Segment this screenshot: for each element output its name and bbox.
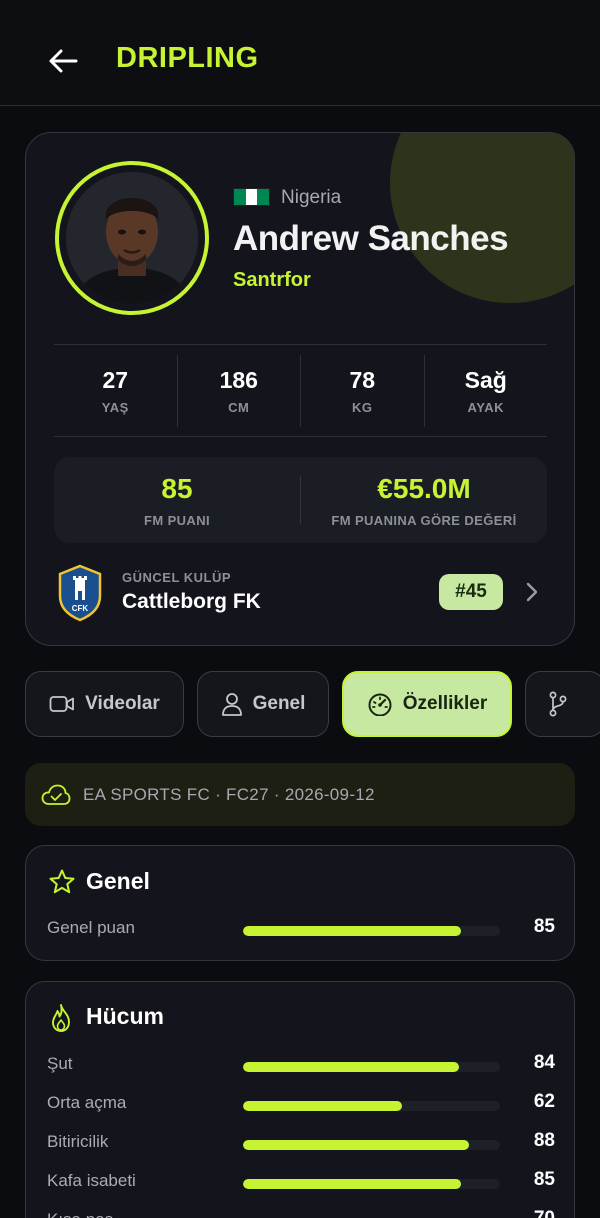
attribute-row: Bitiricilik 88 [26,1128,576,1158]
attribute-bar-track [243,1101,500,1111]
stat-label: AYAK [467,400,504,415]
fm-rating-label: FM PUANI [143,512,211,528]
fm-market-value-amount: €55.0M [377,472,471,504]
stat-value: 78 [349,367,376,393]
tab-genel[interactable]: Genel [197,671,329,737]
player-name: Andrew Sanches [233,219,509,258]
divider [54,436,547,437]
section-title: Genel [86,868,150,894]
club-crest-icon: CFK [58,564,102,622]
stat-value: 186 [219,367,258,393]
stat-age: 27 YAŞ [54,355,178,427]
chevron-right-icon [526,582,538,602]
attribute-value: 85 [533,1169,555,1190]
flag-stripe-center [245,189,258,205]
app-title: DRIPLING [116,42,259,74]
app-header: DRIPLING [0,0,600,106]
decorative-circle [390,133,574,303]
stat-value: Sağ [464,367,507,393]
fm-rating: 85 FM PUANI [54,457,300,543]
flame-icon [52,1004,70,1032]
player-stats-row: 27 YAŞ 186 CM 78 KG Sağ AYAK [54,355,547,427]
fm-rating-value: 85 [161,472,193,504]
stat-label: YAŞ [101,400,129,415]
attribute-label: Genel puan [47,918,135,937]
attribute-label: Şut [47,1054,73,1073]
attribute-bar-track [243,1062,500,1072]
attribute-bar-fill [243,1062,459,1072]
stat-label: KG [352,400,373,415]
attributes-section-hucum: Hücum Şut 84 Orta açma 62 Bitiricilik 88… [25,981,575,1218]
attribute-label: Bitiricilik [47,1132,109,1151]
section-title: Hücum [86,1003,164,1029]
flag-stripe-right [257,189,270,205]
tab-label: Videolar [85,693,160,714]
video-icon [49,696,75,712]
current-club-row[interactable]: CFK GÜNCEL KULÜP Cattleborg FK #45 [54,563,547,625]
stat-foot: Sağ AYAK [425,355,548,427]
tab-ozellikler[interactable]: Özellikler [342,671,512,737]
attribute-row: Şut 84 [26,1050,576,1080]
tab-more[interactable] [525,671,600,737]
attribute-bar-track [243,1179,500,1189]
attribute-row: Genel puan 85 [26,914,576,944]
current-club-name: Cattleborg FK [122,590,261,613]
fm-market-value-label: FM PUANINA GÖRE DEĞERİ [331,512,517,528]
stat-label: CM [228,400,250,415]
person-icon [221,693,242,716]
player-avatar [66,172,198,304]
attribute-row: Orta açma 62 [26,1089,576,1119]
fm-market-value: €55.0M FM PUANINA GÖRE DEĞERİ [301,457,547,543]
profile-tabs: Videolar Genel Özellikler [25,671,600,737]
branch-icon [549,691,567,717]
tab-label: Genel [252,693,306,714]
attribute-bar-fill [243,1101,403,1111]
jersey-number-badge: #45 [439,574,503,610]
attribute-value: 70 [534,1208,555,1218]
gauge-icon [368,693,392,716]
current-club-caption: GÜNCEL KULÜP [122,570,232,585]
flag-stripe-left [234,189,246,205]
attributes-section-genel: Genel Genel puan 85 [25,845,575,961]
attribute-label: Kafa isabeti [47,1171,136,1190]
data-source-text: EA SPORTS FC · FC27 · 2026-09-12 [83,784,375,804]
back-button[interactable] [44,42,82,80]
club-crest-text: CFK [72,604,89,613]
stat-value: 27 [102,367,129,393]
attribute-bar-fill [243,1140,470,1150]
player-profile-card: Nigeria Andrew Sanches Santrfor 27 YAŞ 1… [25,132,575,646]
attribute-bar-fill [243,1179,462,1189]
tab-videolar[interactable]: Videolar [25,671,184,737]
cloud-check-icon [41,784,71,805]
arrow-left-icon [49,49,78,73]
player-position: Santrfor [233,269,311,291]
fm-value-box: 85 FM PUANI €55.0M FM PUANINA GÖRE DEĞER… [54,457,547,543]
attribute-row: Kafa isabeti 85 [26,1167,576,1197]
tab-label: Özellikler [402,693,488,714]
attribute-bar-track [243,1140,500,1150]
attribute-label: Orta açma [47,1093,127,1112]
attribute-value: 85 [533,916,555,937]
nigeria-flag-icon [233,188,270,206]
attribute-value: 62 [533,1091,555,1112]
stat-weight: 78 KG [301,355,425,427]
attribute-bar-track [243,926,500,936]
attribute-bar-fill [243,926,462,936]
player-avatar-ring [55,161,209,315]
player-country: Nigeria [281,187,342,208]
divider [54,344,547,345]
attribute-value: 88 [533,1130,555,1151]
attribute-row: Kısa pas 70 [26,1206,576,1218]
attribute-label: Kısa pas [47,1210,113,1218]
stat-height: 186 CM [178,355,301,427]
attribute-value: 84 [533,1052,555,1073]
data-source-bar: EA SPORTS FC · FC27 · 2026-09-12 [25,763,575,826]
star-icon [49,869,75,894]
